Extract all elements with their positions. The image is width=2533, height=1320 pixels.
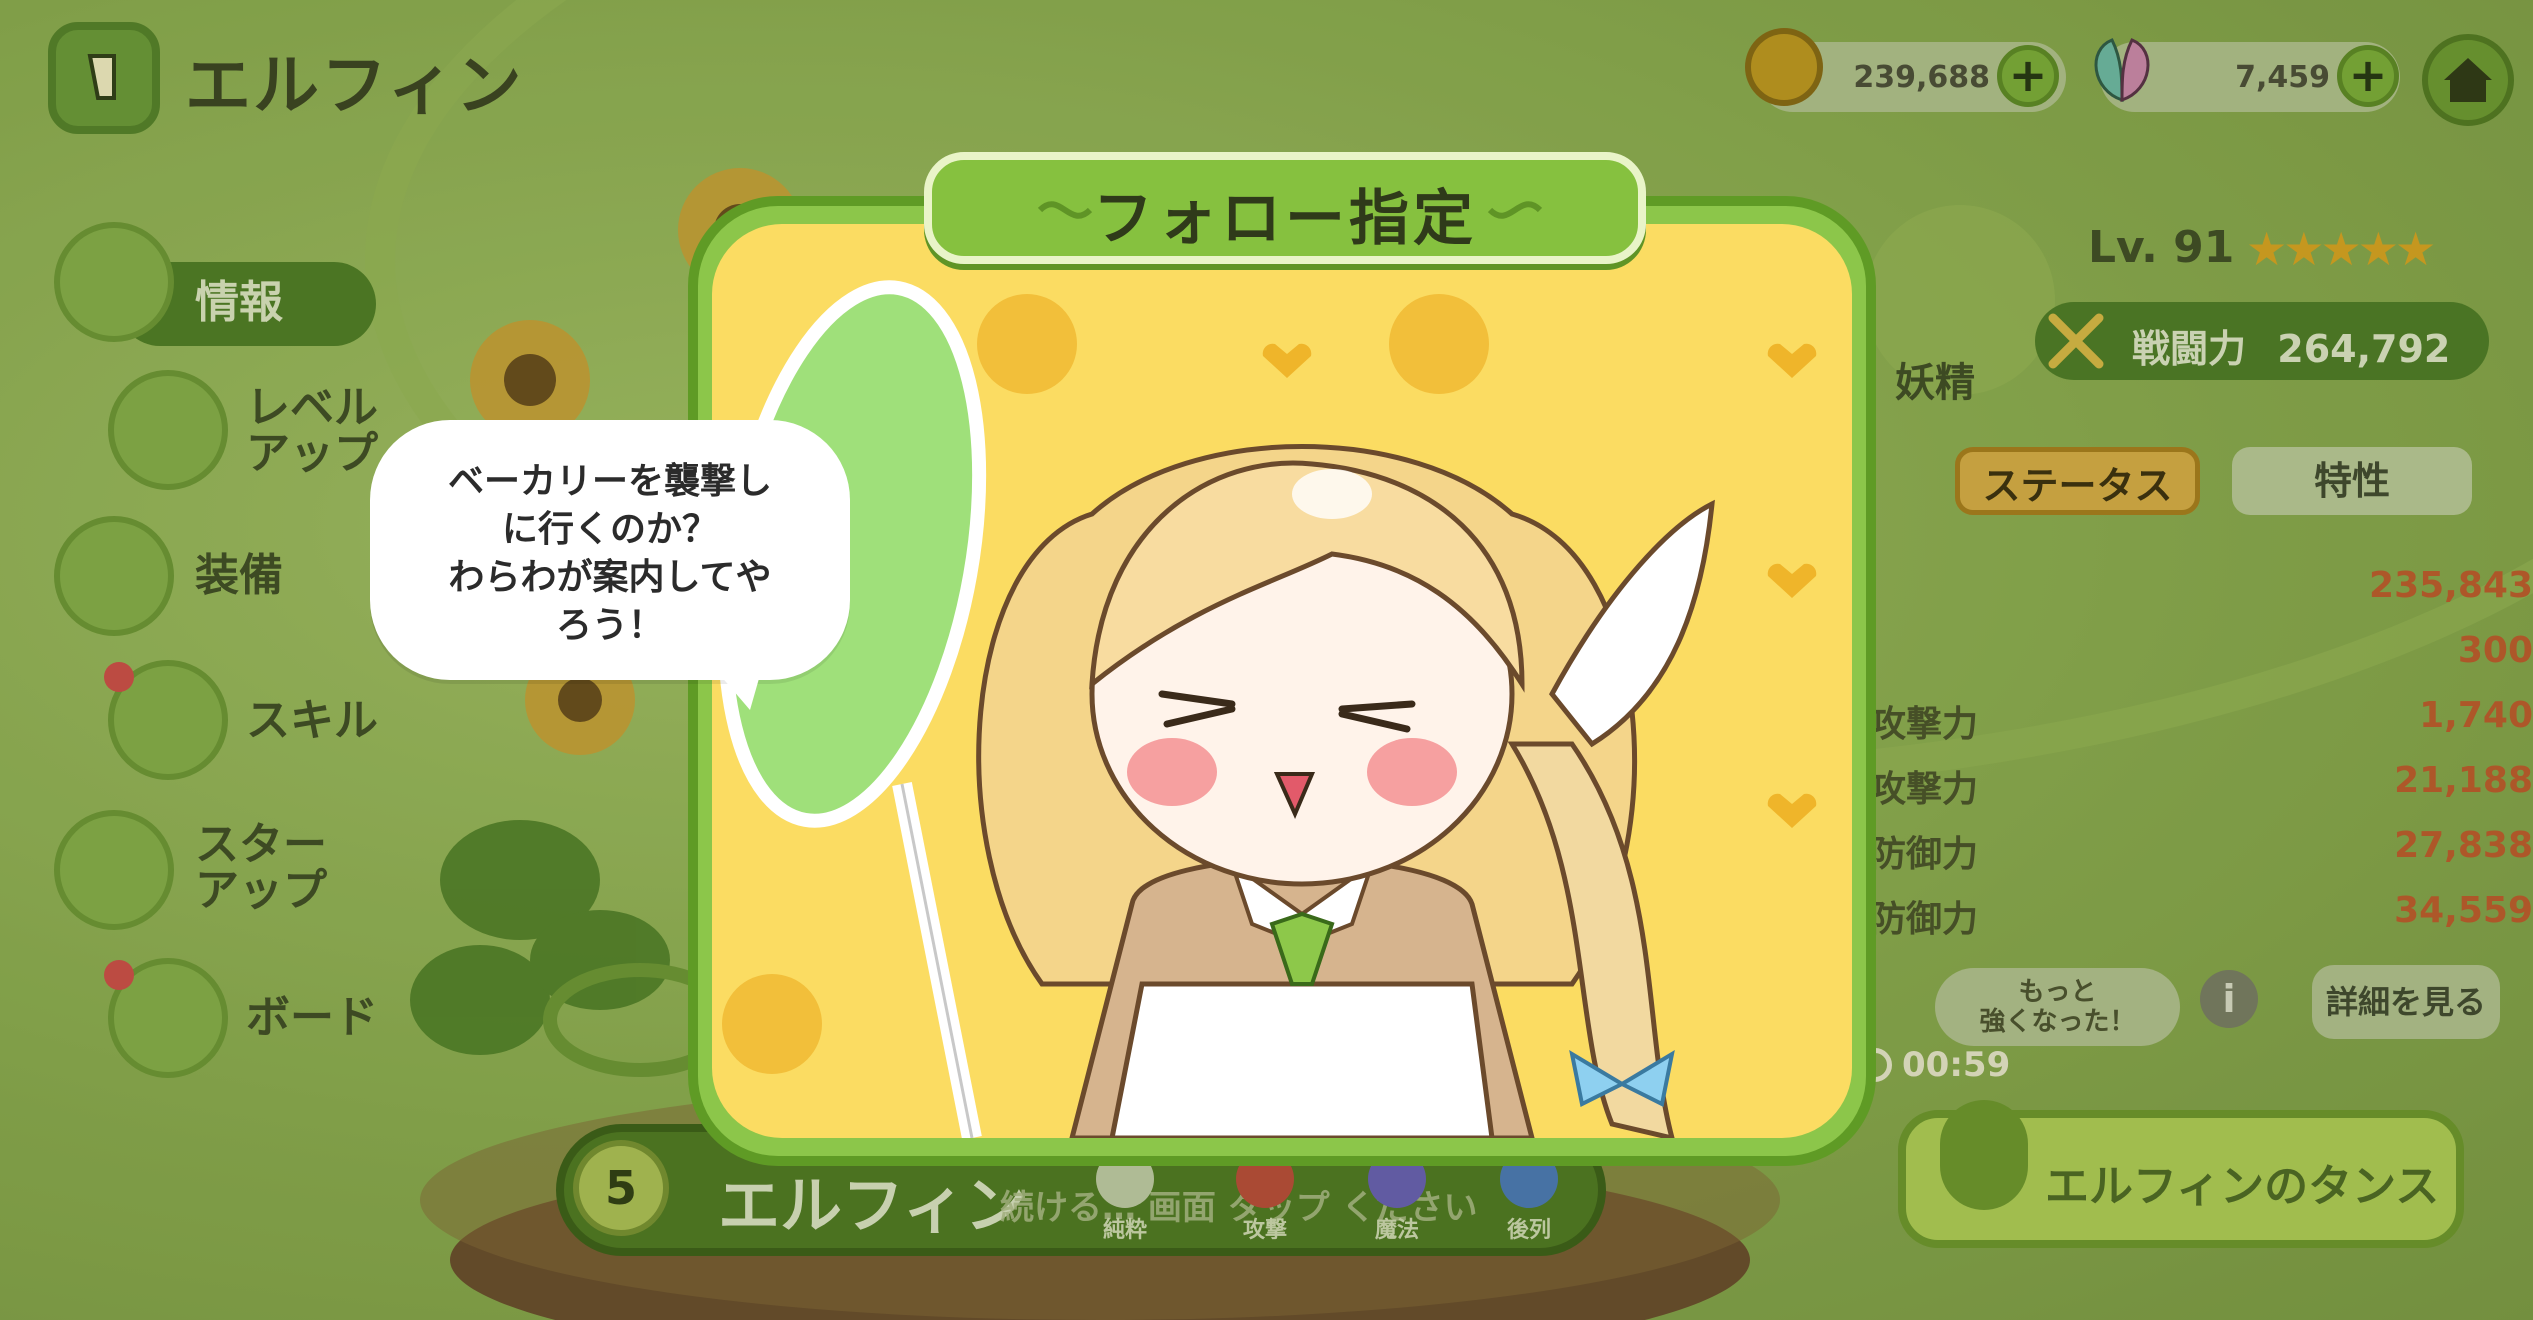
stat-label-6: 防御力 — [1870, 899, 1979, 940]
nav-levelup-icon[interactable] — [108, 370, 228, 490]
attribute-label-4: 後列 — [1506, 1218, 1551, 1243]
character-level-badge: 5 — [573, 1140, 669, 1236]
coin-value: 239,688 — [1853, 60, 1990, 95]
attribute-label-1: 純粋 — [1102, 1218, 1147, 1243]
combat-power: 戦闘力 264,792 — [2132, 318, 2450, 373]
stat-label-4: 攻撃力 — [1870, 769, 1979, 810]
crossed-swords-icon — [2048, 313, 2104, 369]
nav-levelup-label[interactable]: レベル アップ — [246, 385, 378, 477]
nav-board-label[interactable]: ボード — [246, 995, 378, 1041]
home-button[interactable] — [2422, 34, 2514, 126]
star-rating: ★★★★★ — [2246, 222, 2436, 276]
notification-flower-icon — [104, 662, 134, 692]
follow-modal-card[interactable] — [712, 224, 1852, 1138]
nav-equip-label[interactable]: 装備 — [195, 553, 283, 599]
attribute-label-2: 攻撃 — [1242, 1218, 1287, 1243]
info-button[interactable]: i — [2200, 970, 2258, 1028]
character-illustration — [717, 280, 1817, 1138]
nav-equip-icon[interactable] — [54, 516, 174, 636]
fairy-label: 妖精 — [1895, 360, 1975, 406]
level-text: Lv. 91 — [2088, 222, 2235, 273]
nav-starup-icon[interactable] — [54, 810, 174, 930]
butterfly-gem-icon — [2094, 38, 2150, 103]
coin-icon — [1745, 28, 1823, 106]
stat-value-3: 1,740 — [2419, 695, 2533, 736]
notification-flower-icon-2 — [104, 960, 134, 990]
mirror-icon — [1940, 1100, 2028, 1210]
back-arrow-icon — [87, 54, 116, 100]
home-icon — [2444, 58, 2492, 102]
timer-text: 00:59 — [1902, 1045, 2011, 1085]
character-name-title: エルフィン — [185, 47, 524, 124]
gem-value: 7,459 — [2235, 60, 2330, 95]
modal-title: フォロー指定 — [1093, 184, 1477, 254]
speech-text: ベーカリーを襲撃し に行くのか？ わらわが案内してや ろう！ — [447, 461, 772, 646]
combat-power-label: 戦闘力 — [2132, 327, 2247, 371]
add-coins-button[interactable]: + — [1997, 45, 2059, 107]
stat-value-6: 34,559 — [2394, 890, 2533, 931]
nav-info-icon[interactable] — [54, 222, 174, 342]
nav-starup-label[interactable]: スター アップ — [195, 822, 327, 914]
tab-trait[interactable]: 特性 — [2232, 447, 2472, 515]
stat-value-5: 27,838 — [2394, 825, 2533, 866]
speech-bubble-tail — [690, 640, 770, 710]
wardrobe-button-label[interactable]: エルフィンのタンス — [2045, 1150, 2439, 1214]
tab-status[interactable]: ステータス — [1955, 447, 2200, 515]
stat-label-5: 防御力 — [1870, 834, 1979, 875]
stat-value-2: 300 — [2457, 630, 2533, 671]
add-gems-button[interactable]: + — [2337, 45, 2399, 107]
attribute-label-3: 魔法 — [1374, 1218, 1419, 1243]
stat-value-1: 235,843 — [2369, 565, 2533, 606]
bottom-character-name: エルフィン — [718, 1169, 1027, 1242]
stronger-badge: もっと 強くなった！ — [1935, 968, 2180, 1046]
stat-label-3: 攻撃力 — [1870, 704, 1979, 745]
combat-power-value: 264,792 — [2277, 327, 2451, 371]
stat-value-4: 21,188 — [2394, 760, 2533, 801]
details-button[interactable]: 詳細を見る — [2312, 965, 2500, 1039]
nav-info-label[interactable]: 情報 — [195, 280, 283, 326]
nav-skill-label[interactable]: スキル — [246, 698, 378, 744]
back-button[interactable] — [48, 22, 160, 134]
